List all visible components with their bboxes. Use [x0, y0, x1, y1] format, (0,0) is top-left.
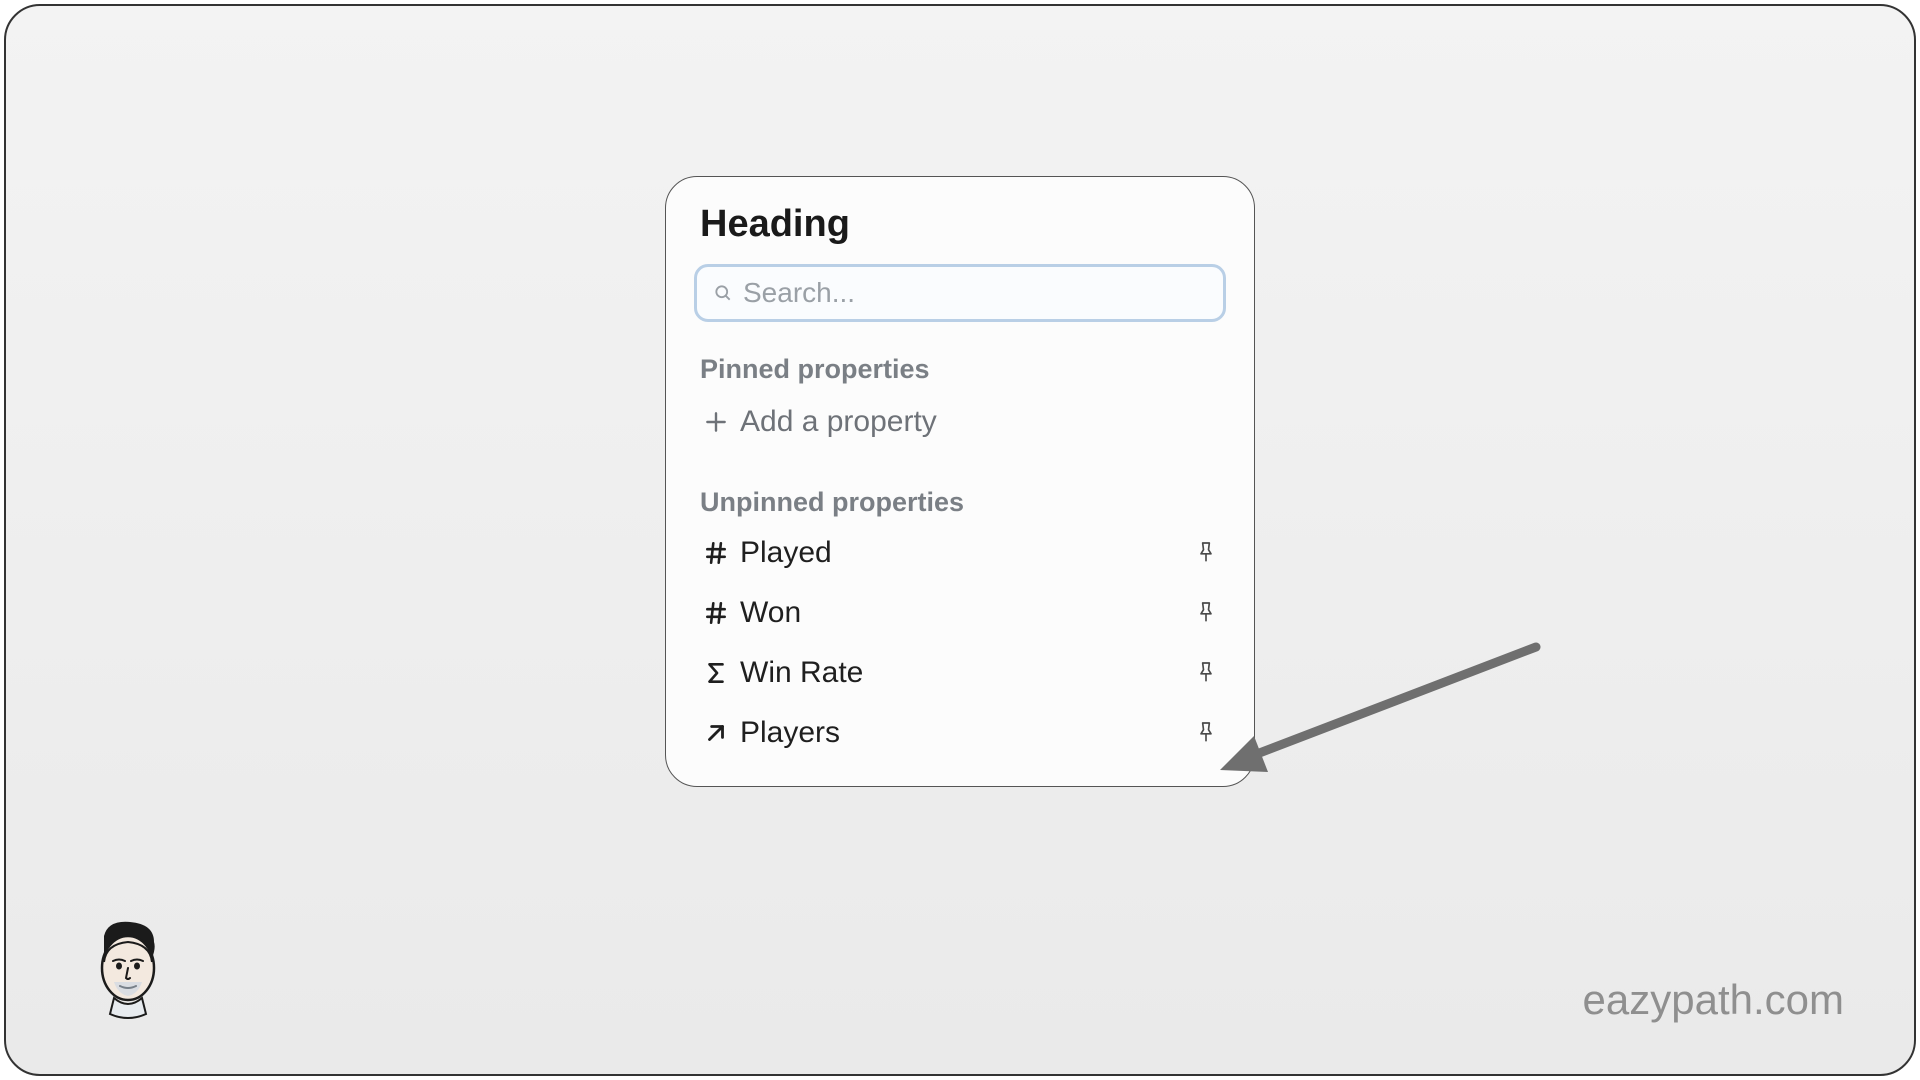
pin-button[interactable]: [1190, 657, 1222, 689]
property-label: Played: [740, 536, 1190, 570]
property-label: Won: [740, 596, 1190, 630]
sigma-icon: [698, 660, 734, 686]
property-row-players[interactable]: Players: [694, 712, 1226, 754]
property-row-won[interactable]: Won: [694, 592, 1226, 634]
property-row-played[interactable]: Played: [694, 532, 1226, 574]
unpinned-section-label: Unpinned properties: [694, 487, 1226, 518]
search-input[interactable]: [743, 277, 1207, 309]
pin-icon: [1196, 601, 1216, 625]
plus-icon: [698, 409, 734, 435]
pin-icon: [1196, 541, 1216, 565]
pin-button[interactable]: [1190, 537, 1222, 569]
unpinned-list: Played Won Win Rate: [694, 532, 1226, 754]
pin-icon: [1196, 721, 1216, 745]
search-icon: [713, 283, 733, 303]
properties-popup: Heading Pinned properties Add a property…: [665, 176, 1255, 787]
watermark-text: eazypath.com: [1583, 976, 1844, 1024]
app-frame: Heading Pinned properties Add a property…: [4, 4, 1916, 1076]
search-field[interactable]: [694, 264, 1226, 322]
pin-button[interactable]: [1190, 597, 1222, 629]
popup-title: Heading: [694, 203, 1226, 246]
add-property-label: Add a property: [740, 405, 937, 439]
avatar: [84, 918, 170, 1022]
hash-icon: [698, 540, 734, 566]
pin-icon: [1196, 661, 1216, 685]
pin-button[interactable]: [1190, 717, 1222, 749]
hash-icon: [698, 600, 734, 626]
property-row-win-rate[interactable]: Win Rate: [694, 652, 1226, 694]
pinned-section-label: Pinned properties: [694, 354, 1226, 385]
add-property-button[interactable]: Add a property: [694, 399, 1226, 445]
arrow-up-right-icon: [698, 720, 734, 746]
property-label: Players: [740, 716, 1190, 750]
annotation-arrow: [1216, 642, 1556, 792]
property-label: Win Rate: [740, 656, 1190, 690]
